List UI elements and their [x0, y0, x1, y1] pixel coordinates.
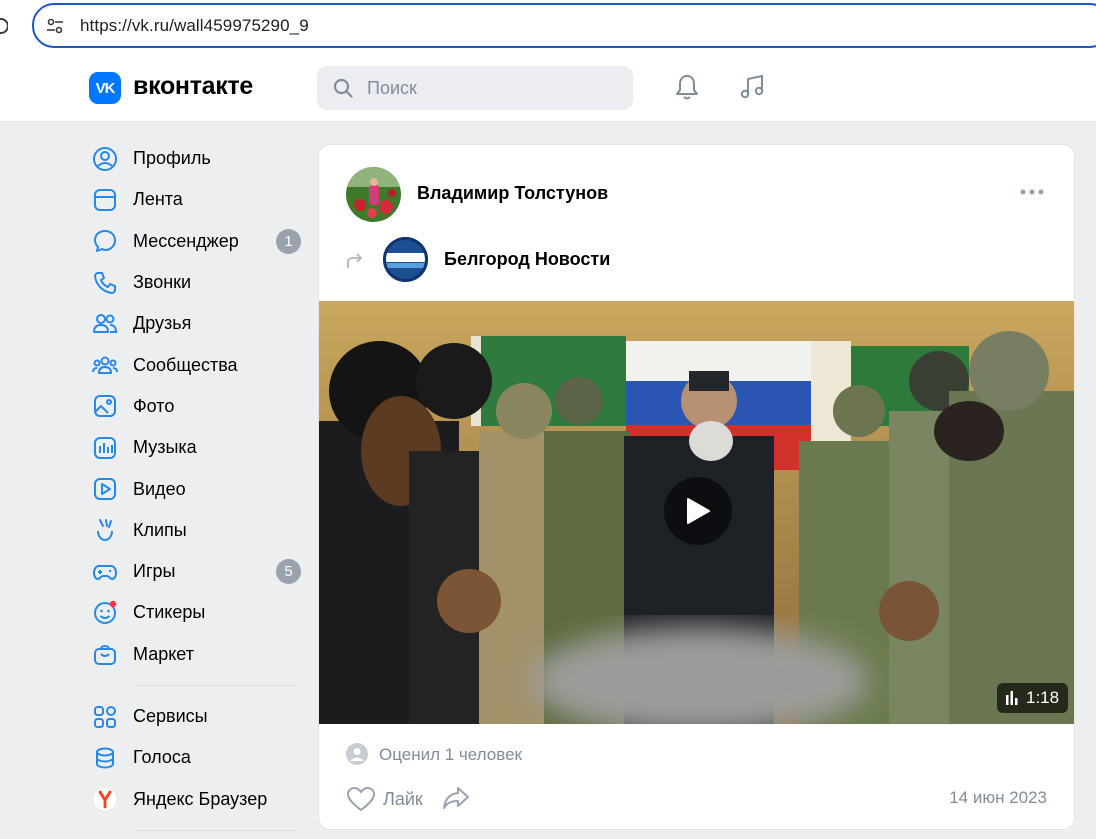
sidebar-divider — [133, 684, 298, 686]
sidebar-item-friends[interactable]: Друзья — [88, 303, 308, 344]
unread-badge: 1 — [276, 228, 301, 254]
audio-level-icon — [1006, 691, 1018, 705]
music-player-icon[interactable] — [737, 72, 767, 102]
sticker-icon — [92, 600, 118, 626]
left-gutter — [0, 122, 70, 839]
source-community-name[interactable]: Белгород Новости — [444, 249, 610, 270]
sidebar-item-profile[interactable]: Профиль — [88, 138, 308, 179]
video-duration-badge: 1:18 — [997, 683, 1069, 713]
like-button[interactable]: Лайк — [346, 785, 423, 813]
sidebar-item-label: Сервисы — [133, 706, 208, 726]
sidebar-item-yandex-browser[interactable]: Яндекс Браузер — [88, 778, 308, 819]
like-label: Лайк — [383, 788, 423, 809]
sidebar-item-label: Видео — [133, 478, 186, 499]
sidebar-item-label: Игры — [133, 561, 176, 582]
sidebar-item-market[interactable]: Маркет — [88, 634, 308, 675]
chat-bubble-icon — [92, 228, 118, 254]
sidebar-item-stickers[interactable]: Стикеры — [88, 592, 308, 633]
video-duration: 1:18 — [1026, 688, 1060, 707]
sidebar-item-services[interactable]: Сервисы — [88, 696, 308, 737]
sidebar-item-label: Профиль — [133, 148, 211, 169]
site-header: VK вконтакте — [0, 54, 1096, 122]
sidebar-item-label: Друзья — [133, 313, 192, 334]
phone-icon — [92, 270, 118, 296]
search-box[interactable] — [317, 66, 633, 110]
sidebar-item-label: Звонки — [133, 272, 192, 293]
liker-avatar[interactable] — [346, 743, 368, 765]
sidebar-item-games[interactable]: Игры 5 — [88, 551, 308, 592]
sidebar-item-label: Голоса — [133, 747, 191, 768]
likers-summary[interactable]: Оценил 1 человек — [379, 745, 522, 765]
reload-icon[interactable] — [0, 14, 9, 38]
source-community-avatar[interactable] — [383, 237, 428, 282]
sidebar-item-label: Маркет — [133, 643, 194, 664]
browser-toolbar: https://vk.ru/wall459975290_9 — [0, 0, 1096, 54]
news-feed-icon — [92, 187, 118, 213]
sidebar-item-music[interactable]: Музыка — [88, 427, 308, 468]
address-bar[interactable]: https://vk.ru/wall459975290_9 — [32, 3, 1096, 48]
communities-icon — [92, 352, 118, 378]
post-date[interactable]: 14 июн 2023 — [949, 788, 1047, 808]
sidebar-item-label: Лента — [133, 189, 183, 210]
vk-wordmark[interactable]: вконтакте — [133, 72, 253, 101]
sidebar-divider — [133, 829, 298, 831]
yandex-browser-icon — [92, 786, 118, 812]
sidebar-item-clips[interactable]: Клипы — [88, 510, 308, 551]
vk-logo-text: VK — [95, 79, 116, 97]
sidebar-item-video[interactable]: Видео — [88, 468, 308, 509]
url-text[interactable]: https://vk.ru/wall459975290_9 — [80, 16, 309, 36]
video-icon — [92, 476, 118, 502]
notifications-bell-icon[interactable] — [672, 72, 702, 102]
heart-icon — [347, 787, 375, 811]
sidebar-item-feed[interactable]: Лента — [88, 179, 308, 220]
search-icon — [333, 78, 353, 98]
sidebar-item-calls[interactable]: Звонки — [88, 262, 308, 303]
left-sidebar: Профиль Лента Мессенджер 1 Звонки Друзья… — [88, 138, 308, 839]
sidebar-item-label: Мессенджер — [133, 230, 239, 251]
games-badge: 5 — [276, 559, 301, 585]
site-settings-icon[interactable] — [46, 17, 64, 35]
sidebar-item-votes[interactable]: Голоса — [88, 737, 308, 778]
sidebar-item-label: Сообщества — [133, 354, 238, 375]
coins-icon — [92, 745, 118, 771]
clips-icon — [92, 517, 118, 543]
photo-icon — [92, 393, 118, 419]
author-name[interactable]: Владимир Толстунов — [417, 183, 608, 204]
sidebar-item-messenger[interactable]: Мессенджер 1 — [88, 221, 308, 262]
music-icon — [92, 435, 118, 461]
sidebar-item-label: Клипы — [133, 519, 187, 540]
gamepad-icon — [92, 559, 118, 585]
play-button[interactable] — [664, 477, 732, 545]
sidebar-item-label: Яндекс Браузер — [133, 788, 268, 809]
video-player[interactable]: 1:18 — [319, 301, 1074, 724]
play-icon — [687, 498, 710, 524]
market-bag-icon — [92, 641, 118, 667]
friends-icon — [92, 311, 118, 337]
vk-logo[interactable]: VK — [89, 72, 121, 104]
user-circle-icon — [92, 146, 118, 172]
sidebar-item-label: Стикеры — [133, 602, 206, 623]
sidebar-item-label: Фото — [133, 395, 175, 416]
share-icon[interactable] — [441, 785, 471, 811]
services-grid-icon — [92, 704, 118, 730]
sidebar-item-label: Музыка — [133, 437, 197, 458]
wall-post: Владимир Толстунов Белгород Новости 1:18… — [318, 144, 1075, 830]
more-options-icon[interactable] — [1019, 185, 1045, 199]
author-avatar[interactable] — [346, 167, 401, 222]
search-input[interactable] — [367, 77, 617, 99]
repost-arrow-icon — [345, 251, 365, 271]
sidebar-item-communities[interactable]: Сообщества — [88, 344, 308, 385]
sidebar-item-photos[interactable]: Фото — [88, 386, 308, 427]
